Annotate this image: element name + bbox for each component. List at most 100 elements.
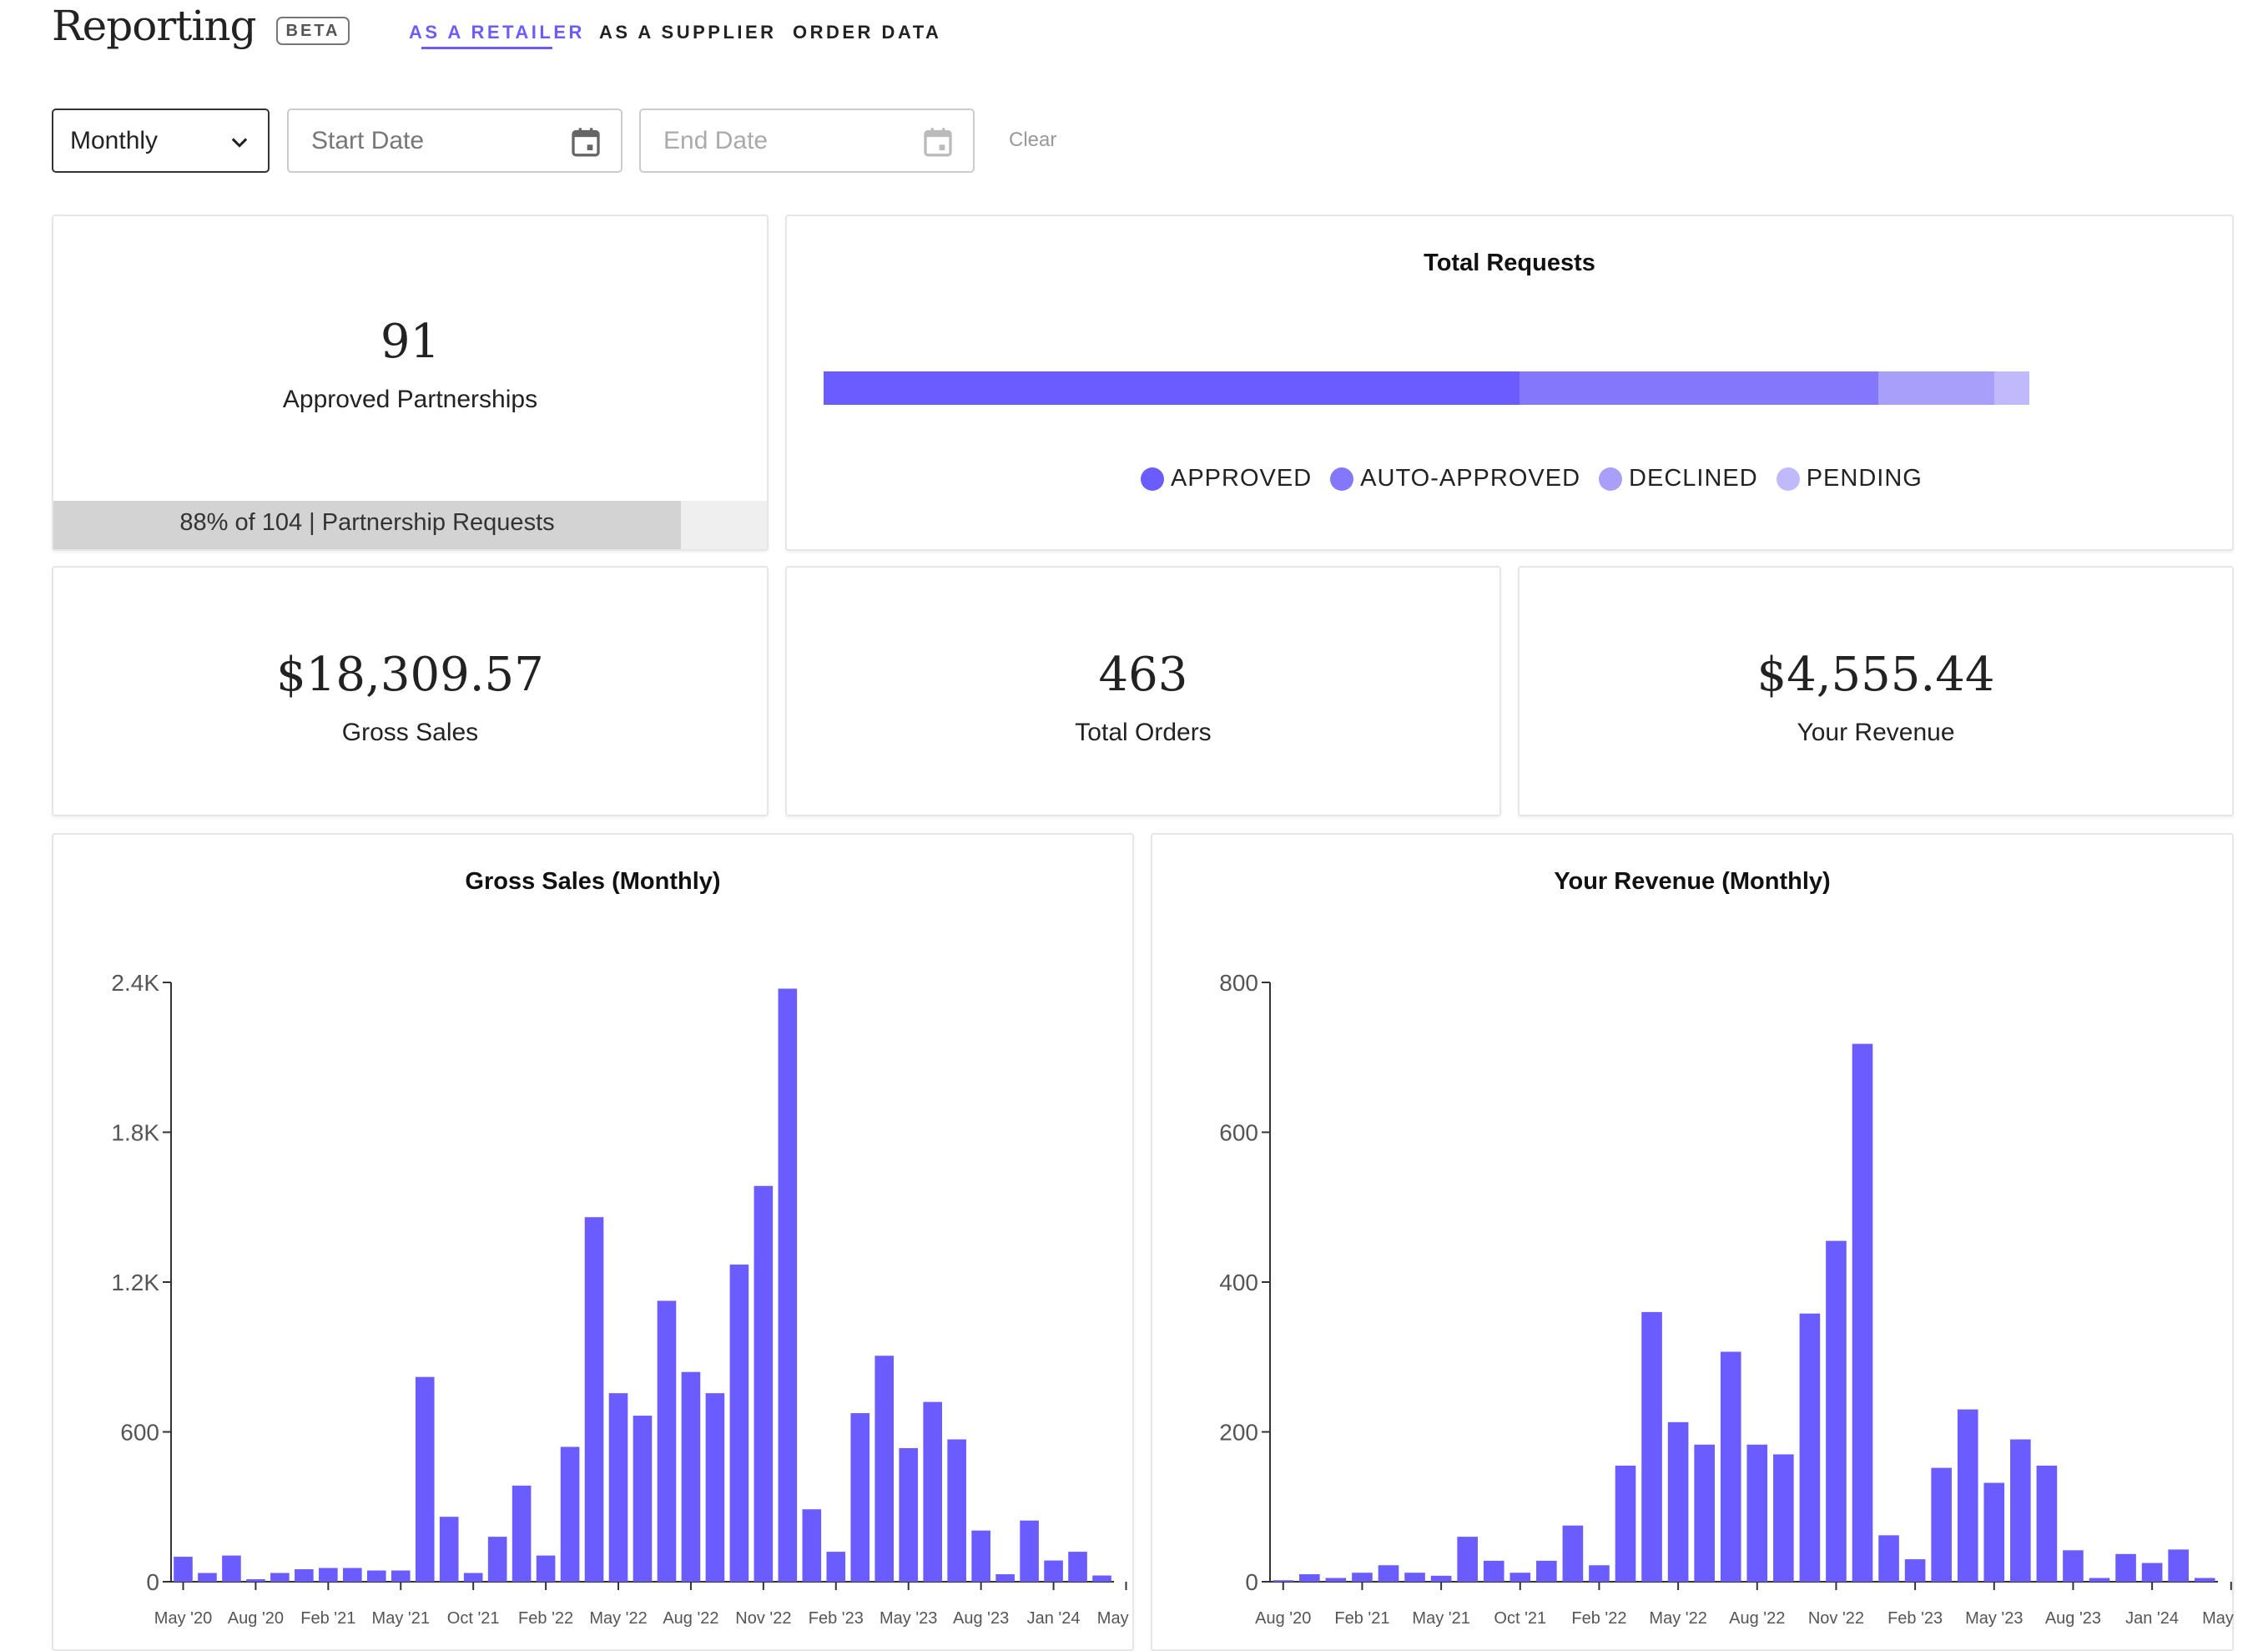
bar[interactable] xyxy=(584,1217,604,1582)
bar[interactable] xyxy=(2036,1465,2058,1582)
bar[interactable] xyxy=(1641,1311,1662,1582)
bar[interactable] xyxy=(1852,1043,1873,1582)
bar[interactable] xyxy=(1562,1525,1584,1582)
bar[interactable] xyxy=(1694,1444,1715,1582)
bar[interactable] xyxy=(1509,1573,1531,1582)
bar[interactable] xyxy=(1826,1240,1847,1582)
bar[interactable] xyxy=(1044,1560,1063,1582)
bar[interactable] xyxy=(1378,1565,1399,1582)
calendar-icon[interactable] xyxy=(921,125,955,159)
bar[interactable] xyxy=(487,1537,507,1582)
bar[interactable] xyxy=(1799,1313,1821,1582)
bar[interactable] xyxy=(246,1579,265,1582)
bar[interactable] xyxy=(1457,1537,1478,1582)
gross-sales-chart: 0 600 1.2K 1.8K 2.4K May '20 Aug '20 Feb '21 May… xyxy=(111,970,1134,1628)
active-tab-underline xyxy=(421,47,552,49)
bar[interactable] xyxy=(439,1517,459,1582)
bar[interactable] xyxy=(2063,1550,2084,1582)
bar[interactable] xyxy=(463,1573,483,1582)
period-select[interactable]: Monthly xyxy=(52,109,270,173)
bar[interactable] xyxy=(1325,1578,1347,1582)
bar[interactable] xyxy=(2168,1549,2189,1582)
bar[interactable] xyxy=(995,1574,1015,1582)
calendar-icon[interactable] xyxy=(569,125,602,159)
bar[interactable] xyxy=(1904,1559,1926,1582)
bar[interactable] xyxy=(1773,1454,1794,1582)
bar[interactable] xyxy=(1589,1565,1610,1582)
page-title: Reporting xyxy=(52,2,257,50)
bar[interactable] xyxy=(657,1300,677,1582)
bar[interactable] xyxy=(2141,1563,2163,1582)
partnerships-card: 91 Approved Partnerships 88% of 104 | Pa… xyxy=(52,215,769,551)
bar[interactable] xyxy=(343,1568,362,1582)
requests-segment-declined xyxy=(1878,371,1995,405)
start-date-input[interactable]: Start Date xyxy=(287,109,622,173)
bar[interactable] xyxy=(270,1573,290,1582)
end-date-input[interactable]: End Date xyxy=(639,109,975,173)
bar[interactable] xyxy=(1667,1421,1689,1582)
bar[interactable] xyxy=(1615,1465,1636,1582)
gross-sales-label: Gross Sales xyxy=(341,719,479,746)
requests-segment-auto-approved xyxy=(1519,371,1879,405)
tab-as-a-supplier[interactable]: AS A SUPPLIER xyxy=(599,22,777,43)
bar[interactable] xyxy=(1957,1409,1978,1582)
bar[interactable] xyxy=(874,1356,895,1582)
bar[interactable] xyxy=(681,1371,701,1582)
bar[interactable] xyxy=(1352,1573,1373,1582)
bar[interactable] xyxy=(512,1485,532,1582)
bar[interactable] xyxy=(1273,1580,1294,1582)
x-tick-label: Feb '23 xyxy=(1887,1609,1943,1628)
bar[interactable] xyxy=(850,1413,870,1582)
bar[interactable] xyxy=(608,1393,628,1582)
bar[interactable] xyxy=(2010,1439,2031,1582)
bar[interactable] xyxy=(753,1185,774,1582)
tab-as-a-retailer[interactable]: AS A RETAILER xyxy=(409,22,585,43)
bar[interactable] xyxy=(1404,1573,1425,1582)
bar[interactable] xyxy=(1746,1444,1768,1582)
bar[interactable] xyxy=(633,1416,653,1582)
bar[interactable] xyxy=(2194,1578,2215,1582)
bar[interactable] xyxy=(899,1447,919,1582)
bar[interactable] xyxy=(1068,1552,1087,1582)
bar[interactable] xyxy=(705,1393,725,1582)
bar[interactable] xyxy=(198,1573,217,1582)
tab-order-data[interactable]: ORDER DATA xyxy=(793,22,941,43)
legend-dot-declined xyxy=(1599,467,1623,491)
bar[interactable] xyxy=(1983,1482,2005,1582)
bar[interactable] xyxy=(1092,1575,1111,1582)
bar[interactable] xyxy=(923,1401,942,1582)
bar[interactable] xyxy=(174,1557,193,1582)
bar[interactable] xyxy=(222,1555,241,1582)
bar[interactable] xyxy=(1931,1467,1952,1582)
bar[interactable] xyxy=(826,1552,846,1582)
bar[interactable] xyxy=(295,1569,314,1582)
bar[interactable] xyxy=(2089,1578,2110,1582)
x-tick-label: Oct '21 xyxy=(447,1609,500,1628)
bar[interactable] xyxy=(2115,1553,2136,1582)
bar[interactable] xyxy=(391,1570,411,1582)
bar[interactable] xyxy=(1020,1520,1039,1582)
bar[interactable] xyxy=(366,1570,386,1582)
bar[interactable] xyxy=(536,1555,556,1582)
x-tick-label: May '20 xyxy=(154,1609,212,1628)
bar[interactable] xyxy=(1536,1560,1557,1582)
legend-dot-pending xyxy=(1776,467,1800,491)
bar[interactable] xyxy=(1299,1574,1320,1582)
bar[interactable] xyxy=(971,1530,990,1582)
bar[interactable] xyxy=(1483,1560,1504,1582)
bar[interactable] xyxy=(729,1265,749,1582)
bar[interactable] xyxy=(802,1509,822,1582)
gross-sales-card: $18,309.57 Gross Sales xyxy=(52,566,769,816)
bar[interactable] xyxy=(415,1376,435,1582)
bar[interactable] xyxy=(947,1439,966,1582)
bar[interactable] xyxy=(319,1568,338,1582)
legend-label-pending: PENDING xyxy=(1806,465,1923,492)
clear-button[interactable]: Clear xyxy=(1009,129,1056,152)
y-tick-label: 2.4K xyxy=(111,970,159,996)
y-tick-label: 200 xyxy=(1219,1420,1258,1446)
bar[interactable] xyxy=(560,1447,580,1582)
bar[interactable] xyxy=(1878,1535,1899,1582)
bar[interactable] xyxy=(778,988,798,1582)
bar[interactable] xyxy=(1720,1351,1741,1582)
bar[interactable] xyxy=(1430,1575,1452,1582)
